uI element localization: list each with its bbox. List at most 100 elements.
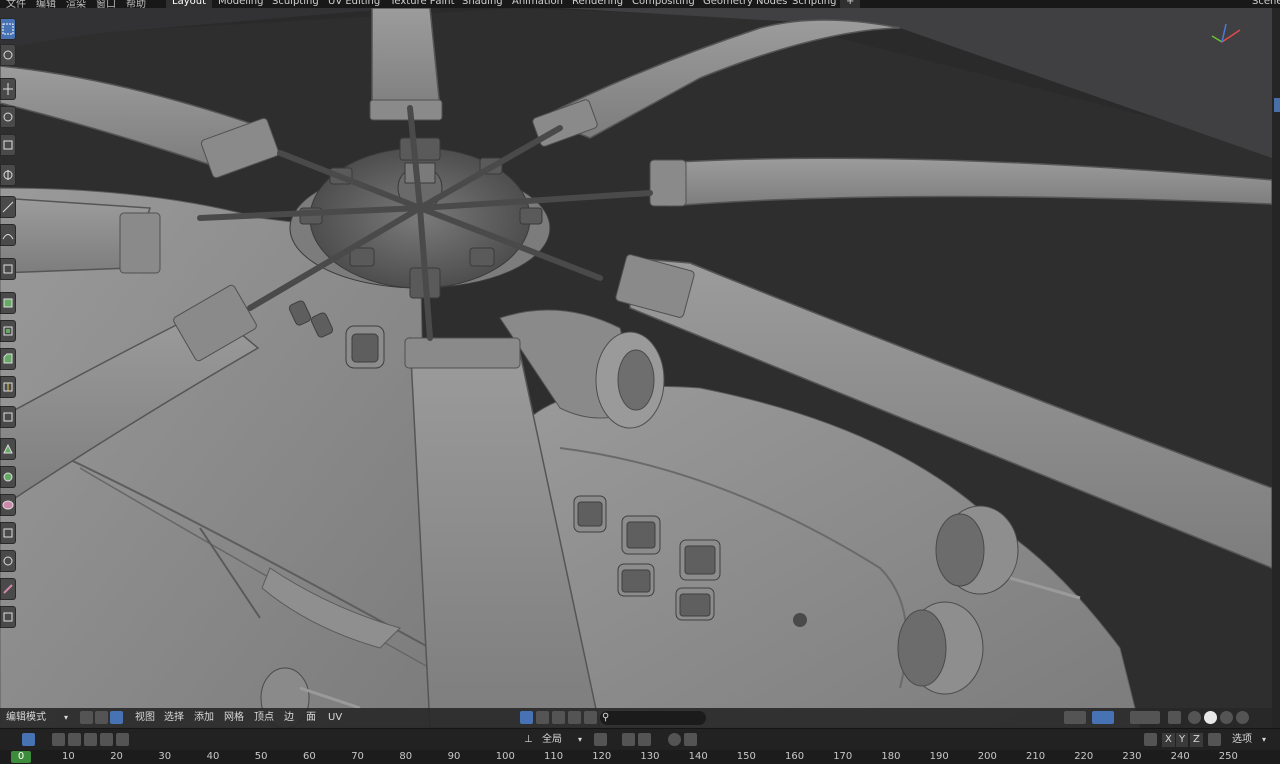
tool-transform[interactable] xyxy=(0,164,16,186)
menu-select[interactable]: 选择 xyxy=(164,711,184,725)
add-workspace-button[interactable]: + xyxy=(840,0,861,8)
view-layer-icon[interactable] xyxy=(520,711,533,724)
tool-knife[interactable] xyxy=(0,406,16,428)
topology-mirror-icon[interactable] xyxy=(1208,733,1221,746)
material-icon[interactable] xyxy=(536,711,549,724)
tool-edge-slide[interactable] xyxy=(0,522,16,544)
snap-icon[interactable] xyxy=(622,733,635,746)
tab-sculpting[interactable]: Sculpting xyxy=(266,0,325,8)
tool-loop-cut[interactable] xyxy=(0,376,16,398)
render-shading-icon[interactable] xyxy=(1236,711,1249,724)
select-intersect-icon[interactable] xyxy=(116,733,129,746)
overlay-icon[interactable] xyxy=(1130,711,1160,724)
snap-target-icon[interactable] xyxy=(638,733,651,746)
wireframe-shading-icon[interactable] xyxy=(1188,711,1201,724)
tab-rendering[interactable]: Rendering xyxy=(566,0,629,8)
search-input[interactable] xyxy=(600,711,706,725)
viewport-side-scroll[interactable] xyxy=(1272,8,1280,728)
xray-icon[interactable] xyxy=(1168,711,1181,724)
mirror-icon[interactable] xyxy=(1144,733,1157,746)
tool-move[interactable] xyxy=(0,78,16,100)
tool-extrude[interactable] xyxy=(0,292,16,314)
mirror-y-toggle[interactable]: Y xyxy=(1176,733,1189,747)
menu-uv[interactable]: UV xyxy=(328,711,342,725)
menu-window[interactable]: 窗口 xyxy=(96,0,116,8)
menu-render[interactable]: 渲染 xyxy=(66,0,86,8)
tab-compositing[interactable]: Compositing xyxy=(626,0,701,8)
3d-viewport[interactable] xyxy=(0,8,1272,728)
menu-help[interactable]: 帮助 xyxy=(126,0,146,8)
play-icon[interactable] xyxy=(22,733,35,746)
select-subtract-icon[interactable] xyxy=(84,733,97,746)
timeline-ruler[interactable]: 0 10 20 30 40 50 60 70 80 90 100 110 120 130 140 150 16… xyxy=(0,750,1280,764)
sidebar-toggle[interactable] xyxy=(1274,98,1280,112)
extrude-icon xyxy=(3,298,13,308)
mirror-z-toggle[interactable]: Z xyxy=(1190,733,1203,747)
menu-file[interactable]: 文件 xyxy=(6,0,26,8)
search-icon: ⚲ xyxy=(602,712,610,723)
move-icon xyxy=(3,83,13,95)
tool-rip[interactable] xyxy=(0,606,16,628)
world-icon[interactable] xyxy=(552,711,565,724)
transform-icon xyxy=(3,170,13,180)
tab-layout[interactable]: Layout xyxy=(166,0,212,8)
tab-scripting[interactable]: Scripting xyxy=(786,0,842,8)
solid-shading-icon[interactable] xyxy=(1204,711,1217,724)
current-frame-marker[interactable]: 0 xyxy=(11,751,31,763)
tab-animation[interactable]: Animation xyxy=(506,0,569,8)
scene-selector[interactable]: Scene xyxy=(1246,0,1280,8)
select-extend-icon[interactable] xyxy=(68,733,81,746)
material-shading-icon[interactable] xyxy=(1220,711,1233,724)
tool-cursor[interactable] xyxy=(0,44,16,66)
face-select-icon[interactable] xyxy=(110,711,123,724)
tool-annotate[interactable] xyxy=(0,196,16,218)
tool-poly-build[interactable] xyxy=(0,438,16,460)
edge-select-icon[interactable] xyxy=(95,711,108,724)
falloff-icon[interactable] xyxy=(684,733,697,746)
mode-selector[interactable]: 编辑模式 xyxy=(6,711,46,725)
tool-shrink[interactable] xyxy=(0,550,16,572)
shrink-icon xyxy=(3,556,13,566)
bevel-icon xyxy=(3,353,13,364)
frame-number: 130 xyxy=(640,751,660,762)
proportional-edit-icon[interactable] xyxy=(668,733,681,746)
select-new-icon[interactable] xyxy=(52,733,65,746)
tab-uv-editing[interactable]: UV Editing xyxy=(322,0,386,8)
frame-number: 170 xyxy=(833,751,853,762)
tool-spin[interactable] xyxy=(0,466,16,488)
visibility-icon[interactable] xyxy=(1064,711,1086,724)
select-invert-icon[interactable] xyxy=(100,733,113,746)
menu-add[interactable]: 添加 xyxy=(194,711,214,725)
scene-icon[interactable] xyxy=(568,711,581,724)
tool-select-box[interactable] xyxy=(0,18,16,40)
tab-geometry-nodes[interactable]: Geometry Nodes xyxy=(697,0,793,8)
tab-shading[interactable]: Shading xyxy=(456,0,509,8)
tool-shear[interactable] xyxy=(0,578,16,600)
tool-measure[interactable] xyxy=(0,224,16,246)
mirror-x-toggle[interactable]: X xyxy=(1162,733,1175,747)
tool-smooth[interactable] xyxy=(0,494,16,516)
tool-add-cube[interactable] xyxy=(0,258,16,280)
tab-modeling[interactable]: Modeling xyxy=(212,0,270,8)
menu-face[interactable]: 面 xyxy=(306,711,316,725)
menu-vertex[interactable]: 顶点 xyxy=(254,711,274,725)
frame-number: 190 xyxy=(929,751,949,762)
image-icon[interactable] xyxy=(584,711,597,724)
annotate-icon xyxy=(2,201,14,213)
menu-view[interactable]: 视图 xyxy=(135,711,155,725)
menu-mesh[interactable]: 网格 xyxy=(224,711,244,725)
menu-edit[interactable]: 编辑 xyxy=(36,0,56,8)
tool-inset[interactable] xyxy=(0,320,16,342)
frame-number: 180 xyxy=(881,751,901,762)
tool-bevel[interactable] xyxy=(0,348,16,370)
vertex-select-icon[interactable] xyxy=(80,711,93,724)
tool-scale[interactable] xyxy=(0,134,16,156)
frame-number: 70 xyxy=(351,751,364,762)
transform-orientation-dropdown[interactable]: 全局 xyxy=(542,733,562,747)
tab-texture-paint[interactable]: Texture Paint xyxy=(384,0,461,8)
options-dropdown[interactable]: 选项 xyxy=(1232,733,1252,747)
gizmo-icon[interactable] xyxy=(1092,711,1114,724)
tool-rotate[interactable] xyxy=(0,106,16,128)
pivot-icon[interactable] xyxy=(594,733,607,746)
menu-edge[interactable]: 边 xyxy=(284,711,294,725)
